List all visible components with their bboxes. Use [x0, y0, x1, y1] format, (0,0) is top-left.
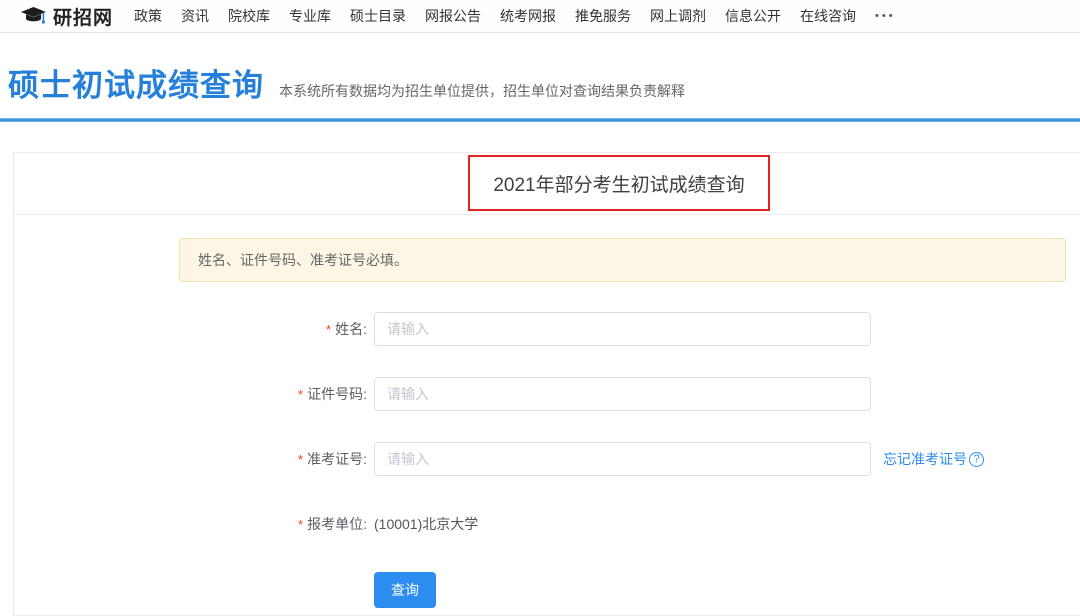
nav-item-report-notice[interactable]: 网报公告 — [425, 6, 481, 26]
nav-item-online-consult[interactable]: 在线咨询 — [800, 6, 856, 26]
nav-item-college-library[interactable]: 院校库 — [228, 6, 270, 26]
nav-item-master-catalog[interactable]: 硕士目录 — [350, 6, 406, 26]
logo-text: 研招网 — [53, 3, 113, 30]
target-institution-label: *报考单位: — [14, 514, 367, 534]
form-row-admission-ticket: *准考证号: 忘记准考证号? — [14, 442, 1080, 476]
name-label: *姓名: — [14, 319, 367, 339]
notice-text: 姓名、证件号码、准考证号必填。 — [198, 250, 408, 270]
query-form: *姓名: *证件号码: *准考证号: 忘记准考证号? *报考单位: (10 — [14, 312, 1080, 608]
page-header: 硕士初试成绩查询 本系统所有数据均为招生单位提供，招生单位对查询结果负责解释 — [8, 60, 685, 105]
submit-row: 查询 — [374, 572, 1080, 608]
graduation-cap-icon — [20, 6, 47, 27]
nav-item-major-library[interactable]: 专业库 — [289, 6, 331, 26]
page-subtitle: 本系统所有数据均为招生单位提供，招生单位对查询结果负责解释 — [279, 81, 685, 101]
admission-ticket-label: *准考证号: — [14, 449, 367, 469]
nav-item-unified-exam-registration[interactable]: 统考网报 — [500, 6, 556, 26]
required-asterisk: * — [298, 517, 303, 532]
target-institution-value: (10001)北京大学 — [374, 514, 478, 534]
id-number-input[interactable] — [374, 377, 871, 411]
top-navbar: 研招网 政策 资讯 院校库 专业库 硕士目录 网报公告 统考网报 推免服务 网上… — [0, 0, 1080, 33]
card-header: 2021年部分考生初试成绩查询 — [14, 153, 1080, 215]
nav-item-news[interactable]: 资讯 — [181, 6, 209, 26]
nav-item-info-disclosure[interactable]: 信息公开 — [725, 6, 781, 26]
nav-item-policy[interactable]: 政策 — [134, 6, 162, 26]
form-row-name: *姓名: — [14, 312, 1080, 346]
blue-divider — [0, 118, 1080, 122]
score-query-card: 2021年部分考生初试成绩查询 姓名、证件号码、准考证号必填。 *姓名: *证件… — [13, 152, 1080, 616]
required-asterisk: * — [298, 387, 303, 402]
form-row-target-institution: *报考单位: (10001)北京大学 — [14, 507, 1080, 541]
required-asterisk: * — [326, 322, 331, 337]
name-input[interactable] — [374, 312, 871, 346]
required-fields-notice: 姓名、证件号码、准考证号必填。 — [179, 238, 1066, 282]
nav-more-ellipsis-icon[interactable]: ••• — [875, 10, 896, 22]
red-annotation-box: 2021年部分考生初试成绩查询 — [468, 155, 770, 211]
query-button[interactable]: 查询 — [374, 572, 436, 608]
page-title: 硕士初试成绩查询 — [8, 60, 264, 105]
forgot-ticket-link[interactable]: 忘记准考证号? — [883, 449, 984, 469]
help-question-icon[interactable]: ? — [969, 452, 984, 467]
required-asterisk: * — [298, 452, 303, 467]
id-number-label: *证件号码: — [14, 384, 367, 404]
form-row-id-number: *证件号码: — [14, 377, 1080, 411]
nav-menu: 政策 资讯 院校库 专业库 硕士目录 网报公告 统考网报 推免服务 网上调剂 信… — [134, 6, 896, 26]
nav-item-exemption-service[interactable]: 推免服务 — [575, 6, 631, 26]
site-logo[interactable]: 研招网 — [20, 3, 113, 30]
card-title: 2021年部分考生初试成绩查询 — [493, 170, 744, 197]
nav-item-online-adjustment[interactable]: 网上调剂 — [650, 6, 706, 26]
admission-ticket-input[interactable] — [374, 442, 871, 476]
